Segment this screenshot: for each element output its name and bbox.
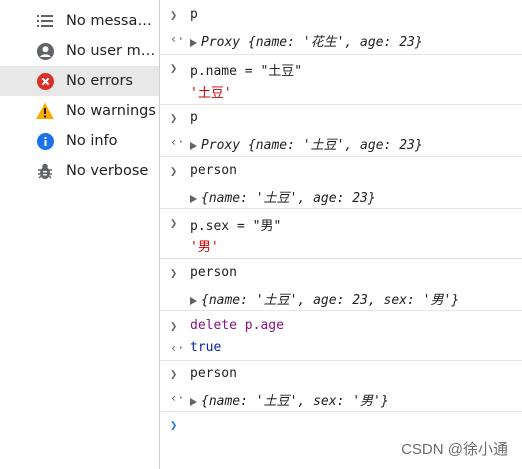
- input-line: ❯ person: [160, 262, 522, 286]
- bug-icon: [36, 162, 54, 180]
- input-line: ❯ person: [160, 363, 522, 387]
- console-entry: ❯ delete p.age ‹· true: [160, 311, 522, 361]
- chevron-right-icon: ❯: [170, 367, 178, 381]
- expand-triangle-icon[interactable]: [190, 38, 197, 47]
- output-line[interactable]: {name: '土豆', age: 23, sex: '男'}: [160, 286, 522, 310]
- sidebar-item-label: No messages: [66, 13, 156, 29]
- console-prompt[interactable]: ❯: [160, 414, 522, 438]
- input-text: person: [190, 265, 237, 280]
- output-line: '土豆': [160, 79, 522, 103]
- chevron-right-icon: ❯: [170, 216, 178, 230]
- console-panel: ❯ p ‹· Proxy {name: '花生', age: 23} ❯ p.n…: [160, 0, 522, 469]
- output-text: {name: '土豆', sex: '男'}: [201, 394, 389, 409]
- console-entry: ❯ person {name: '土豆', age: 23, sex: '男'}: [160, 259, 522, 311]
- chevron-right-icon: ❯: [170, 111, 178, 125]
- console-entry: ❯ p.name = "土豆" '土豆': [160, 55, 522, 105]
- input-text: person: [190, 163, 237, 178]
- warning-icon: [36, 102, 54, 120]
- output-line[interactable]: ‹· Proxy {name: '花生', age: 23}: [160, 28, 522, 52]
- input-line: ❯ p: [160, 107, 522, 131]
- error-icon: [36, 72, 54, 90]
- output-prefix: Proxy: [201, 35, 248, 50]
- output-line[interactable]: ‹· Proxy {name: '土豆', age: 23}: [160, 131, 522, 155]
- return-arrow-icon: ‹·: [170, 341, 185, 355]
- sidebar-item-label: No user me…: [66, 43, 156, 59]
- sidebar-item-messages[interactable]: No messages: [0, 6, 159, 36]
- sidebar-item-label: No verbose: [66, 163, 149, 179]
- info-icon: [36, 132, 54, 150]
- chevron-right-icon: ❯: [170, 8, 178, 22]
- input-text: p: [190, 7, 198, 22]
- output-text: '土豆': [190, 86, 232, 101]
- console-entry: ❯ p ‹· Proxy {name: '土豆', age: 23}: [160, 105, 522, 157]
- output-line[interactable]: ‹· {name: '土豆', sex: '男'}: [160, 387, 522, 411]
- return-arrow-icon: ‹·: [170, 135, 185, 149]
- console-sidebar: No messages No user me… No errors No war…: [0, 0, 160, 469]
- input-text: p.sex = "男": [190, 219, 282, 234]
- chevron-right-icon: ❯: [170, 319, 178, 333]
- list-icon: [36, 12, 54, 30]
- input-text: p.name = "土豆": [190, 64, 303, 79]
- sidebar-item-label: No errors: [66, 73, 133, 89]
- expand-triangle-icon[interactable]: [190, 141, 197, 150]
- sidebar-item-label: No info: [66, 133, 118, 149]
- output-line: ‹· true: [160, 337, 522, 361]
- output-prefix: Proxy: [201, 138, 248, 153]
- sidebar-item-warnings[interactable]: No warnings: [0, 96, 159, 126]
- input-text: delete p.age: [190, 318, 284, 333]
- sidebar-item-user-messages[interactable]: No user me…: [0, 36, 159, 66]
- sidebar-item-errors[interactable]: No errors: [0, 66, 159, 96]
- input-text: p: [190, 110, 198, 125]
- chevron-right-icon: ❯: [170, 164, 178, 178]
- output-line: '男': [160, 233, 522, 257]
- sidebar-item-label: No warnings: [66, 103, 156, 119]
- output-text: {name: '土豆', age: 23, sex: '男'}: [201, 293, 460, 308]
- user-icon: [36, 42, 54, 60]
- output-line[interactable]: {name: '土豆', age: 23}: [160, 184, 522, 208]
- output-text: {name: '花生', age: 23}: [247, 35, 423, 50]
- input-line: ❯ p: [160, 4, 522, 28]
- sidebar-item-info[interactable]: No info: [0, 126, 159, 156]
- expand-triangle-icon[interactable]: [190, 397, 197, 406]
- chevron-right-icon: ❯: [170, 266, 178, 280]
- console-entry: ❯ p.sex = "男" '男': [160, 209, 522, 259]
- console-entry: ❯ p ‹· Proxy {name: '花生', age: 23}: [160, 0, 522, 55]
- input-line: ❯ p.name = "土豆": [160, 57, 522, 81]
- input-text: person: [190, 366, 237, 381]
- sidebar-item-verbose[interactable]: No verbose: [0, 156, 159, 186]
- console-entry: ❯ person ‹· {name: '土豆', sex: '男'}: [160, 361, 522, 412]
- expand-triangle-icon[interactable]: [190, 194, 197, 203]
- return-arrow-icon: ‹·: [170, 32, 185, 46]
- expand-triangle-icon[interactable]: [190, 296, 197, 305]
- prompt-chevron-icon: ❯: [170, 418, 178, 432]
- console-entry: ❯ person {name: '土豆', age: 23}: [160, 157, 522, 209]
- output-text: {name: '土豆', age: 23}: [247, 138, 423, 153]
- chevron-right-icon: ❯: [170, 61, 178, 75]
- input-line: ❯ person: [160, 160, 522, 184]
- output-text: {name: '土豆', age: 23}: [201, 191, 376, 206]
- return-arrow-icon: ‹·: [170, 391, 185, 405]
- watermark: CSDN @徐小通: [401, 441, 508, 458]
- output-text: '男': [190, 240, 219, 255]
- output-text: true: [190, 340, 222, 355]
- input-line: ❯ delete p.age: [160, 315, 522, 339]
